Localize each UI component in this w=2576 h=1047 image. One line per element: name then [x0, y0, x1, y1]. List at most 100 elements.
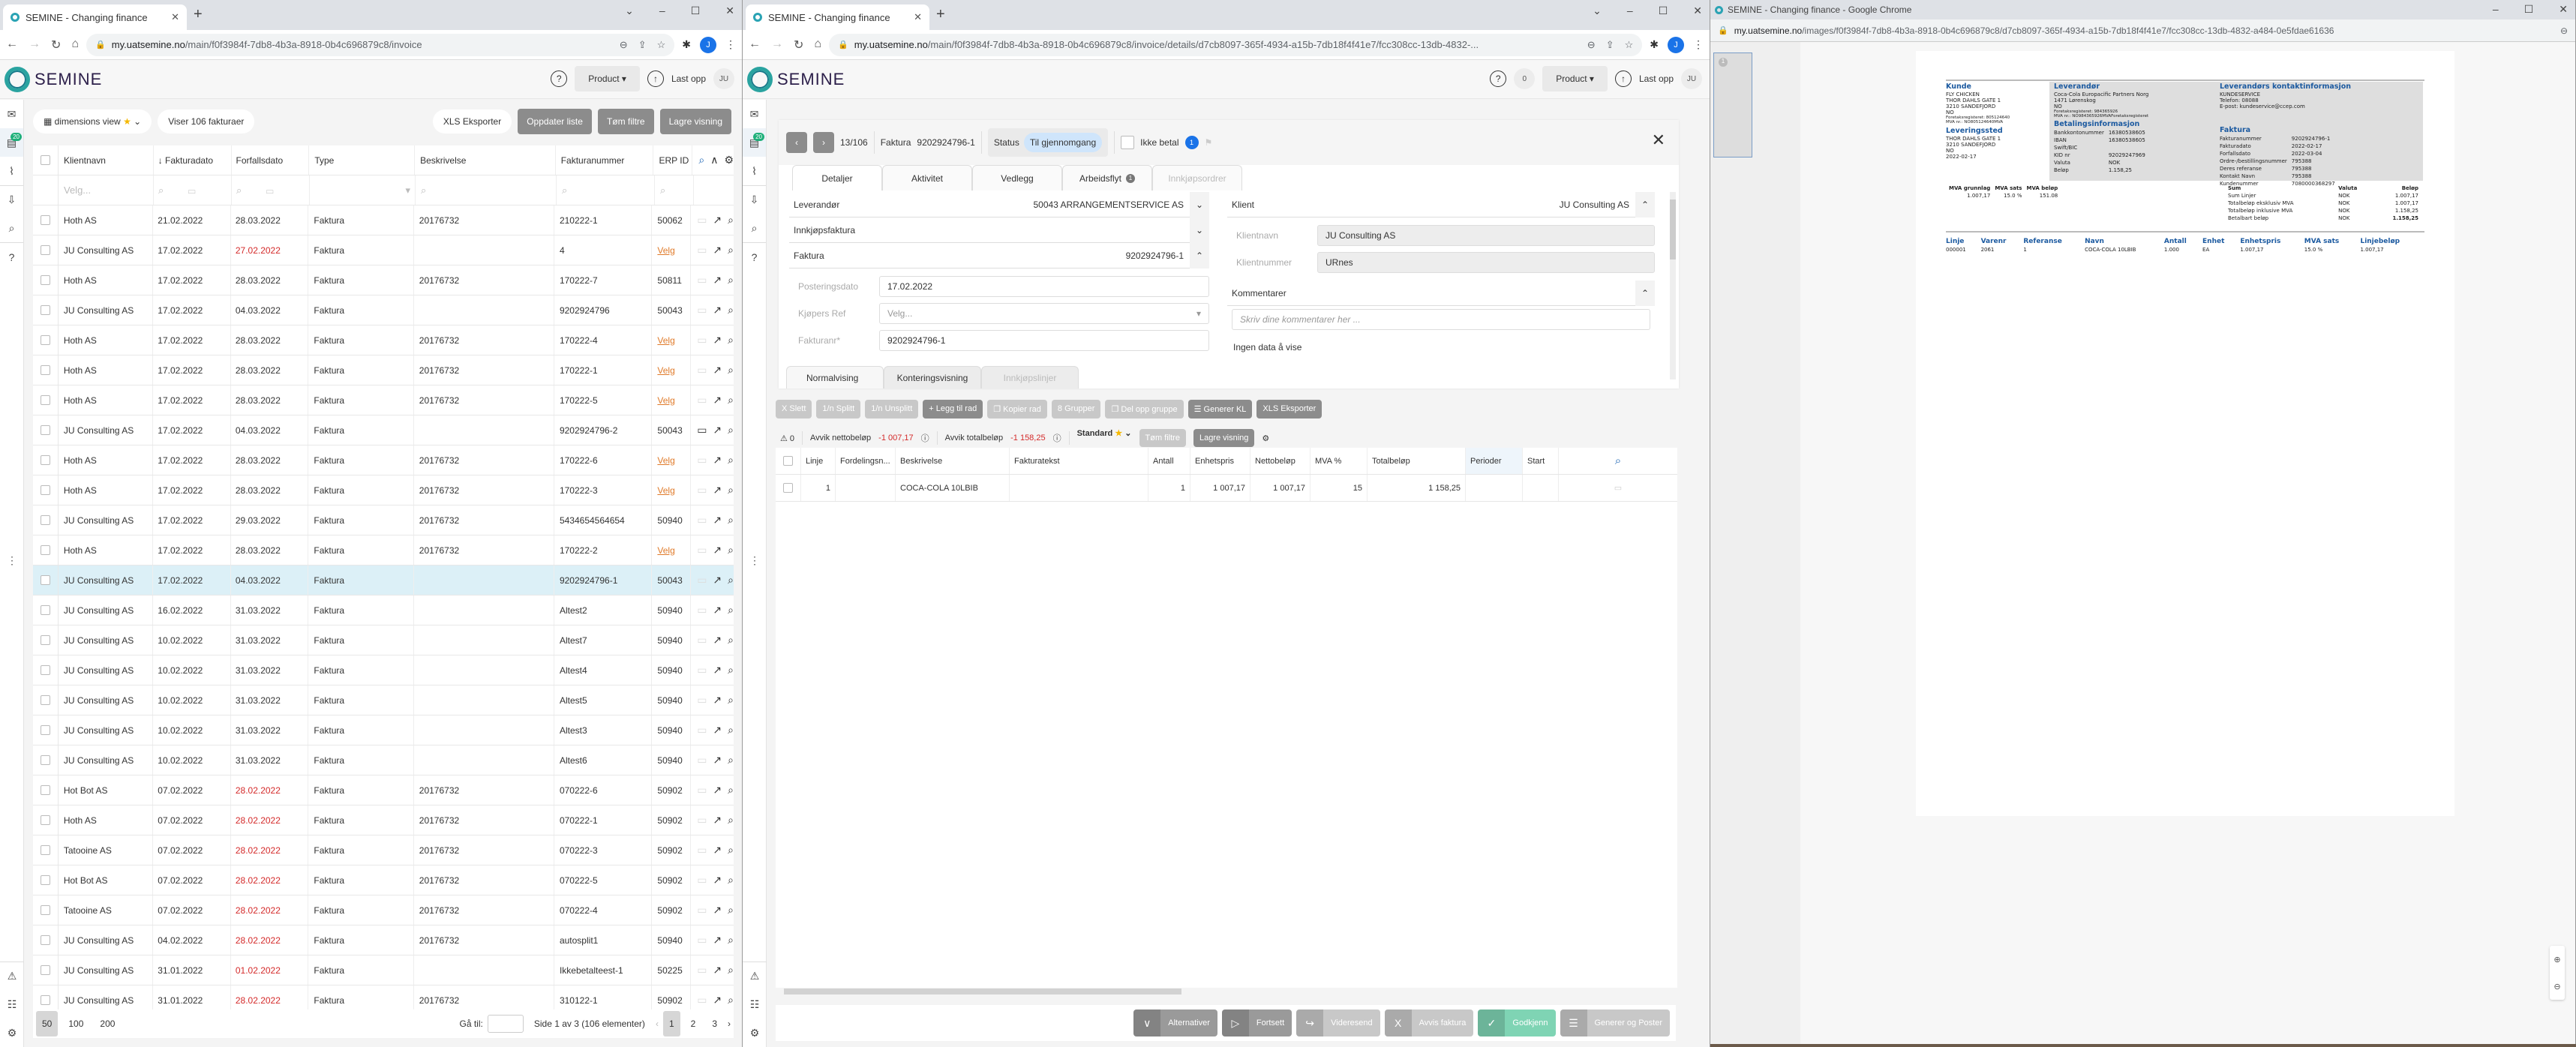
- line-row[interactable]: 1 COCA-COLA 10LBIB 1 1 007,17 1 007,17 15 1 15…: [776, 475, 1677, 502]
- back-icon[interactable]: ←: [6, 38, 18, 52]
- forward-icon[interactable]: →: [771, 38, 783, 52]
- row-checkbox[interactable]: [40, 815, 50, 825]
- workflow-count-badge[interactable]: 1: [1184, 136, 1199, 149]
- chevron-down-icon[interactable]: ⌄: [1190, 217, 1209, 243]
- field-kjøpersref[interactable]: Velg... ▾: [879, 303, 1209, 324]
- settings-icon[interactable]: ⚙: [0, 1018, 24, 1047]
- line-comment-icon[interactable]: ▭: [1559, 475, 1677, 501]
- invoices-icon[interactable]: ▤ 20: [743, 128, 766, 157]
- grupper-button[interactable]: 8 Grupper: [1051, 400, 1101, 418]
- row-checkbox[interactable]: [40, 485, 50, 495]
- row-checkbox[interactable]: [40, 755, 50, 765]
- preview-search-icon[interactable]: ⌕: [728, 334, 734, 346]
- row-checkbox[interactable]: [40, 365, 50, 375]
- preview-search-icon[interactable]: ⌕: [728, 514, 734, 526]
- row-checkbox[interactable]: [40, 245, 50, 255]
- info-icon[interactable]: ⓘ: [1053, 432, 1061, 444]
- kopier-rad-button[interactable]: ❐ Kopier rad: [987, 400, 1047, 418]
- row-checkbox[interactable]: [40, 545, 50, 555]
- preview-search-icon[interactable]: ⌕: [728, 784, 734, 796]
- generer-kl-button[interactable]: ☰ Generer KL: [1187, 400, 1253, 418]
- forward-icon[interactable]: →: [29, 38, 41, 52]
- collapse-handle-icon[interactable]: ⋮: [0, 554, 24, 567]
- row-checkbox[interactable]: [40, 605, 50, 615]
- comment-icon[interactable]: ▭: [697, 844, 707, 856]
- prev-invoice-button[interactable]: ‹: [786, 132, 807, 153]
- status-badge[interactable]: Til gjennomgang: [1023, 133, 1103, 152]
- open-external-icon[interactable]: ↗: [713, 334, 722, 346]
- table-row[interactable]: Tatooine AS 07.02.2022 28.02.2022 Faktura 20…: [33, 896, 734, 926]
- lines-horizontal-scrollbar[interactable]: [784, 988, 1181, 994]
- home-icon[interactable]: ⌂: [814, 38, 821, 52]
- minimize-icon[interactable]: –: [659, 4, 665, 17]
- col-type[interactable]: Type: [309, 146, 416, 175]
- client-filter[interactable]: Velg...: [59, 176, 154, 205]
- generer-og-poster-button[interactable]: ☰ Generer og Poster: [1560, 1010, 1670, 1036]
- erp-id[interactable]: Velg: [652, 356, 692, 385]
- row-checkbox[interactable]: [40, 935, 50, 945]
- open-external-icon[interactable]: ↗: [713, 664, 722, 676]
- lines-search-icon[interactable]: ⌕: [1559, 448, 1677, 474]
- open-external-icon[interactable]: ↗: [713, 304, 722, 316]
- preview-search-icon[interactable]: ⌕: [728, 694, 734, 706]
- col-perioder[interactable]: Perioder: [1466, 448, 1523, 474]
- notifications-button[interactable]: 0: [1514, 68, 1536, 89]
- preview-search-icon[interactable]: ⌕: [728, 364, 734, 376]
- comment-icon[interactable]: ▭: [697, 754, 707, 766]
- preview-search-icon[interactable]: ⌕: [728, 394, 734, 406]
- next-page-icon[interactable]: ›: [728, 1018, 731, 1029]
- table-row[interactable]: JU Consulting AS 10.02.2022 31.03.2022 Fakt…: [33, 686, 734, 716]
- erp-id[interactable]: Velg: [652, 386, 692, 415]
- zoom-icon[interactable]: ⊖: [620, 39, 628, 51]
- open-external-icon[interactable]: ↗: [713, 934, 722, 946]
- row-checkbox[interactable]: [40, 965, 50, 975]
- table-row[interactable]: JU Consulting AS 17.02.2022 29.03.2022 Fakt…: [33, 506, 734, 536]
- comment-icon[interactable]: ▭: [697, 934, 707, 946]
- table-row[interactable]: JU Consulting AS 17.02.2022 04.03.2022 Fakt…: [33, 566, 734, 596]
- client-section[interactable]: Klient JU Consulting AS ⌃: [1227, 191, 1655, 218]
- comment-icon[interactable]: ▭: [697, 634, 707, 646]
- row-checkbox[interactable]: [40, 575, 50, 585]
- row-checkbox[interactable]: [40, 905, 50, 915]
- open-external-icon[interactable]: ↗: [713, 454, 722, 466]
- erp-select-link[interactable]: Velg: [657, 455, 674, 466]
- semine-logo[interactable]: SEMINE: [747, 66, 845, 92]
- comment-icon[interactable]: ▭: [697, 514, 707, 526]
- search-toggle-icon[interactable]: ⌕: [698, 154, 704, 166]
- col-enhetspris[interactable]: Enhetspris: [1190, 448, 1250, 474]
- close-tab-icon[interactable]: ✕: [914, 11, 922, 23]
- erp-id[interactable]: Velg: [652, 326, 692, 355]
- page-thumbnail[interactable]: 1: [1713, 52, 1752, 158]
- new-tab-icon[interactable]: +: [194, 6, 203, 23]
- tab-detaljer[interactable]: Detaljer: [792, 165, 882, 190]
- row-checkbox[interactable]: [40, 665, 50, 675]
- comment-icon[interactable]: ▭: [697, 994, 707, 1006]
- new-tab-icon[interactable]: +: [936, 6, 945, 23]
- extensions-icon[interactable]: ✱: [682, 38, 691, 51]
- preview-search-icon[interactable]: ⌕: [728, 754, 734, 766]
- comment-icon[interactable]: ▭: [697, 334, 707, 346]
- col-antall[interactable]: Antall: [1148, 448, 1190, 474]
- del-opp-gruppe-button[interactable]: ❐ Del opp gruppe: [1105, 400, 1184, 418]
- table-row[interactable]: Hoth AS 17.02.2022 28.03.2022 Faktura 201767…: [33, 266, 734, 296]
- row-checkbox[interactable]: [40, 515, 50, 525]
- tab-aktivitet[interactable]: Aktivitet: [882, 165, 972, 190]
- open-external-icon[interactable]: ↗: [713, 244, 722, 256]
- refresh-list-button[interactable]: Oppdater liste: [518, 109, 592, 134]
- users-icon[interactable]: ☷: [743, 990, 767, 1018]
- tab-vedlegg[interactable]: Vedlegg: [972, 165, 1062, 190]
- tab-search-icon[interactable]: ⌄: [1593, 4, 1602, 17]
- preview-search-icon[interactable]: ⌕: [728, 304, 734, 316]
- reports-icon[interactable]: ⌇: [743, 157, 766, 185]
- close-window-icon[interactable]: ✕: [725, 4, 734, 17]
- subtab-normalvising[interactable]: Normalvising: [786, 366, 884, 388]
- url-field[interactable]: 🔒 my.uatsemine.no/main/f0f3984f-7db8-4b3…: [86, 33, 675, 56]
- bookmark-star-icon[interactable]: ☆: [1625, 39, 1634, 51]
- row-checkbox[interactable]: [40, 425, 50, 435]
- minimize-icon[interactable]: –: [1627, 4, 1633, 17]
- user-avatar[interactable]: JU: [1681, 68, 1702, 89]
- reload-icon[interactable]: ↻: [51, 38, 61, 52]
- open-external-icon[interactable]: ↗: [713, 514, 722, 526]
- open-external-icon[interactable]: ↗: [713, 634, 722, 646]
- users-icon[interactable]: ☷: [0, 990, 24, 1018]
